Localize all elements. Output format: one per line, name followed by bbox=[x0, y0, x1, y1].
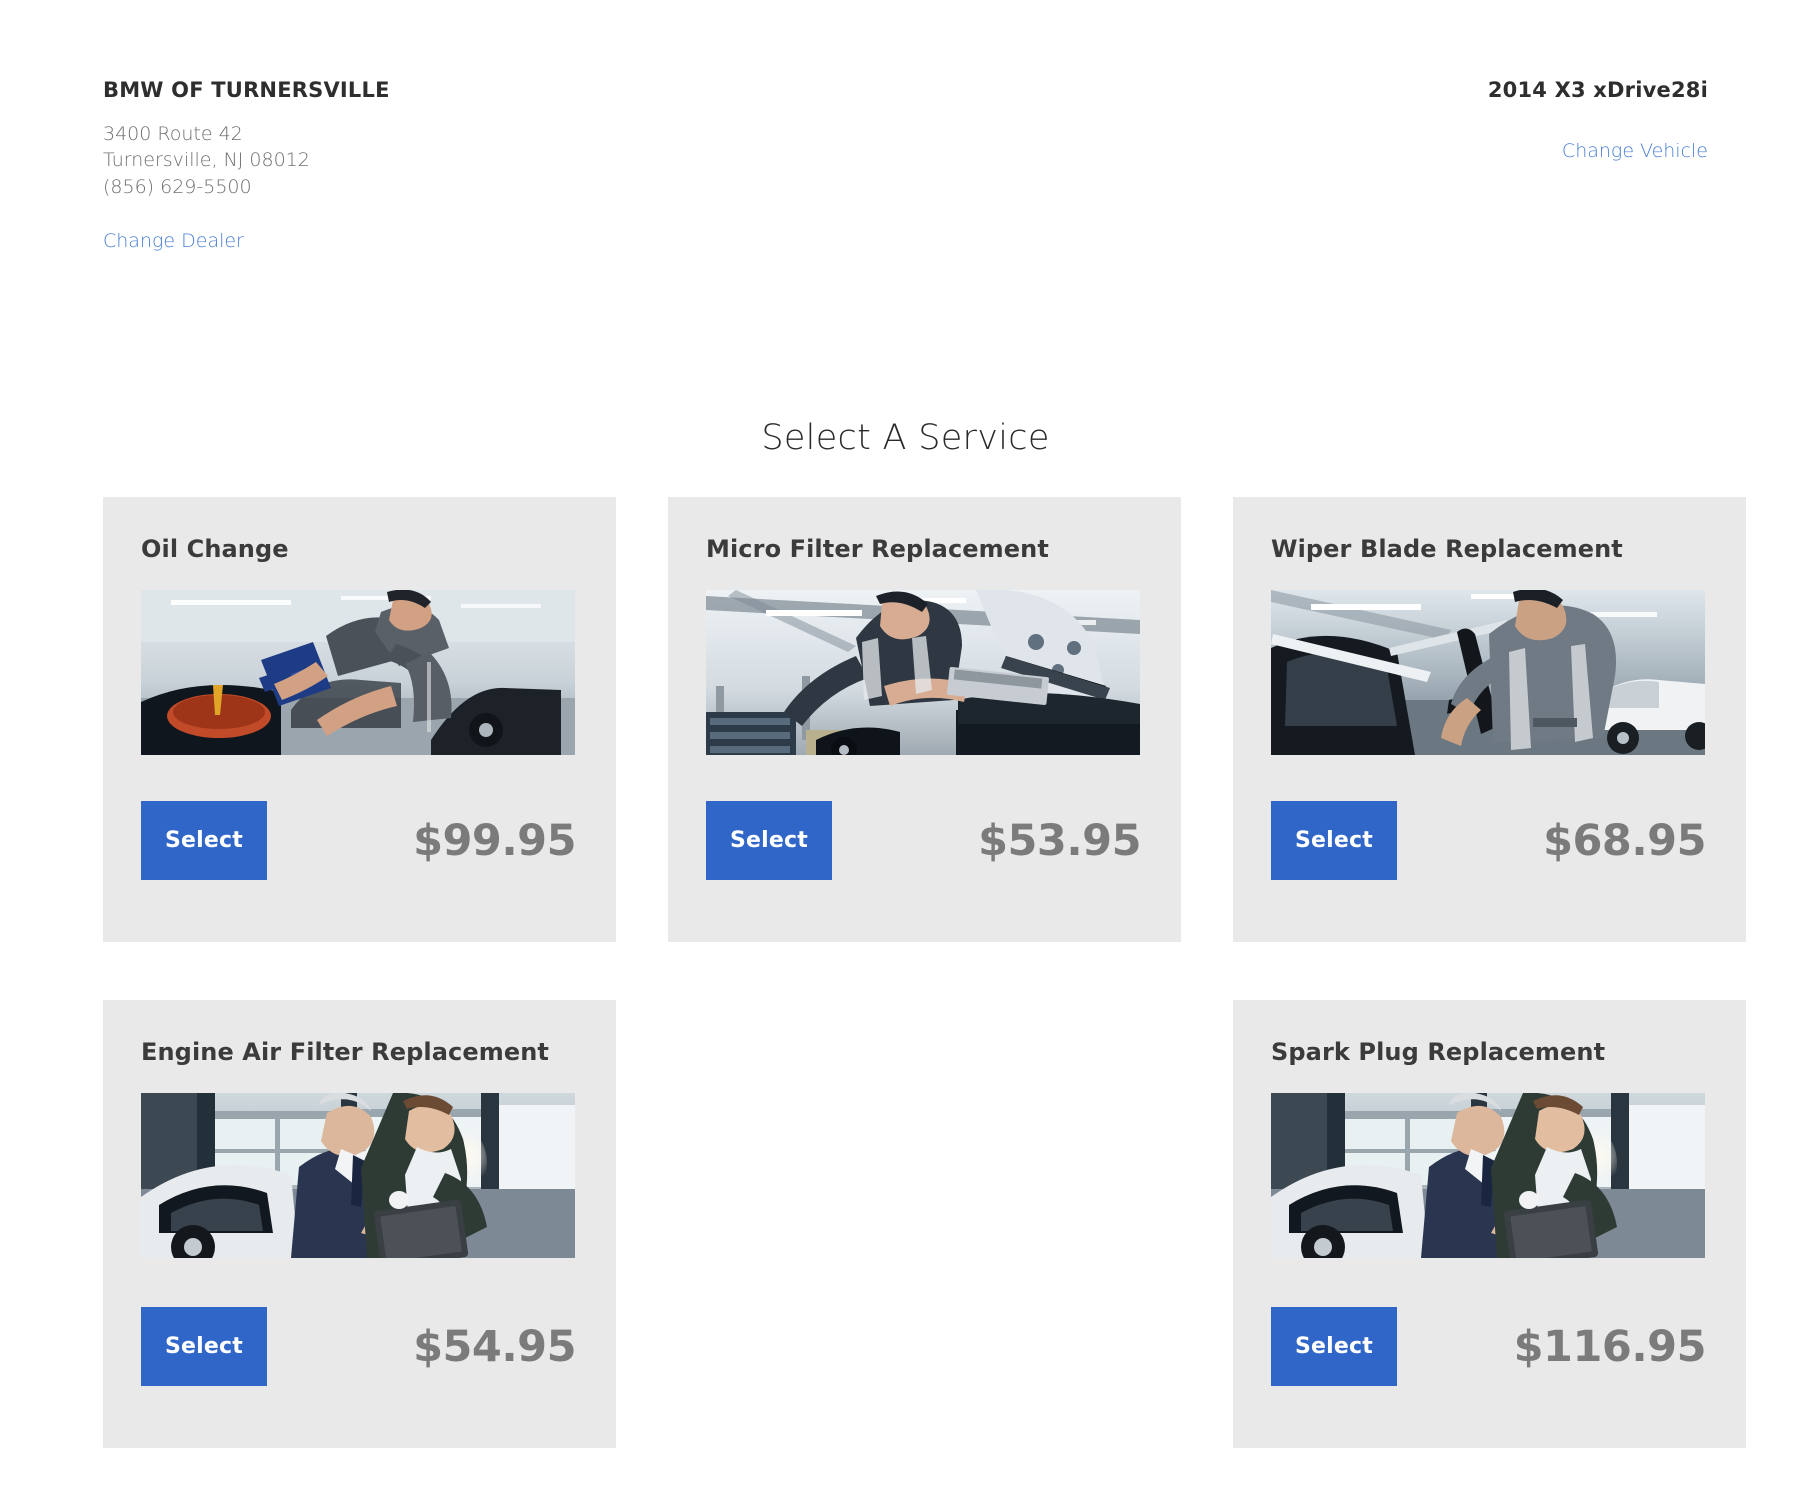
technician-installing-cabin-filter-photo bbox=[706, 590, 1140, 755]
vehicle-info-block: 2014 X3 xDrive28i Change Vehicle bbox=[1488, 78, 1708, 162]
service-card-footer: Select $68.95 bbox=[1271, 801, 1708, 880]
service-card-micro-filter-replacement[interactable]: Micro Filter Replacement Select $53.95 bbox=[668, 497, 1181, 942]
service-selection-page: BMW OF TURNERSVILLE 3400 Route 42 Turner… bbox=[0, 0, 1811, 1500]
page-title: Select A Service bbox=[761, 418, 1050, 458]
dealer-phone: (856) 629-5500 bbox=[103, 175, 252, 198]
dealer-address-line2: Turnersville, NJ 08012 bbox=[103, 149, 310, 172]
service-title: Micro Filter Replacement bbox=[706, 535, 1049, 563]
service-card-oil-change[interactable]: Oil Change Select $99.95 bbox=[103, 497, 616, 942]
service-card-wiper-blade-replacement[interactable]: Wiper Blade Replacement Select $68.95 bbox=[1233, 497, 1746, 942]
service-card-grid: Oil Change Select $99.95 Micro Filter Re… bbox=[103, 497, 1746, 1448]
service-title: Wiper Blade Replacement bbox=[1271, 535, 1623, 563]
dealer-name: BMW OF TURNERSVILLE bbox=[103, 78, 390, 102]
change-vehicle-link[interactable]: Change Vehicle bbox=[1562, 140, 1708, 162]
select-button[interactable]: Select bbox=[706, 801, 832, 880]
select-button[interactable]: Select bbox=[1271, 1307, 1397, 1386]
vehicle-name: 2014 X3 xDrive28i bbox=[1487, 78, 1708, 102]
change-dealer-link[interactable]: Change Dealer bbox=[103, 230, 244, 252]
service-price: $54.95 bbox=[413, 1321, 576, 1372]
technician-replacing-wiper-blade-photo bbox=[1271, 590, 1705, 755]
technician-pouring-oil-photo bbox=[141, 590, 575, 755]
service-card-engine-air-filter-replacement[interactable]: Engine Air Filter Replacement Select $54… bbox=[103, 1000, 616, 1448]
service-title: Oil Change bbox=[141, 535, 289, 563]
service-card-spark-plug-replacement[interactable]: Spark Plug Replacement Select $116.95 bbox=[1233, 1000, 1746, 1448]
select-button[interactable]: Select bbox=[1271, 801, 1397, 880]
service-price: $116.95 bbox=[1513, 1321, 1707, 1372]
service-price: $99.95 bbox=[413, 815, 576, 866]
select-button[interactable]: Select bbox=[141, 801, 267, 880]
service-price: $68.95 bbox=[1543, 815, 1706, 866]
service-card-footer: Select $116.95 bbox=[1271, 1307, 1708, 1386]
empty-grid-cell bbox=[668, 1000, 1181, 1448]
dealer-address-line1: 3400 Route 42 bbox=[103, 123, 243, 146]
page-header: BMW OF TURNERSVILLE 3400 Route 42 Turner… bbox=[103, 78, 1708, 268]
service-card-footer: Select $53.95 bbox=[706, 801, 1143, 880]
service-title: Engine Air Filter Replacement bbox=[141, 1038, 549, 1066]
service-price: $53.95 bbox=[978, 815, 1141, 866]
dealer-address: 3400 Route 42 Turnersville, NJ 08012 (85… bbox=[103, 121, 390, 200]
service-title: Spark Plug Replacement bbox=[1271, 1038, 1606, 1066]
advisor-and-customer-with-tablet-photo bbox=[141, 1093, 575, 1258]
dealer-info-block: BMW OF TURNERSVILLE 3400 Route 42 Turner… bbox=[103, 78, 390, 252]
select-button[interactable]: Select bbox=[141, 1307, 267, 1386]
service-card-footer: Select $54.95 bbox=[141, 1307, 578, 1386]
service-card-footer: Select $99.95 bbox=[141, 801, 578, 880]
advisor-and-customer-with-tablet-photo bbox=[1271, 1093, 1705, 1258]
